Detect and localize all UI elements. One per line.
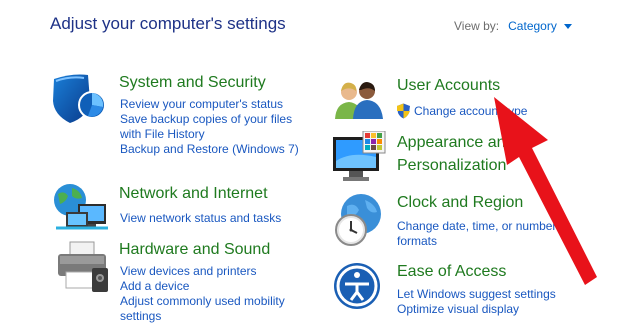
link-backup-restore[interactable]: Backup and Restore (Windows 7) <box>120 142 299 157</box>
link-windows-suggest[interactable]: Let Windows suggest settings <box>397 287 556 302</box>
category-title-appearance[interactable]: Appearance and <box>397 134 514 152</box>
link-review-status[interactable]: Review your computer's status <box>120 97 299 112</box>
link-devices-printers[interactable]: View devices and printers <box>120 264 285 279</box>
view-by-dropdown[interactable]: Category <box>508 19 572 33</box>
printer-icon[interactable] <box>52 240 112 294</box>
users-icon[interactable] <box>333 79 385 119</box>
view-by-label: View by: <box>454 19 500 33</box>
link-change-date-time[interactable]: Change date, time, or number <box>397 219 556 234</box>
chevron-down-icon <box>563 23 572 29</box>
category-title-hardware[interactable]: Hardware and Sound <box>119 241 270 259</box>
category-title-system-security[interactable]: System and Security <box>119 74 266 92</box>
clock-globe-icon[interactable] <box>333 192 385 248</box>
link-network-status[interactable]: View network status and tasks <box>120 211 281 226</box>
category-title-appearance-line2[interactable]: Personalization <box>397 157 506 175</box>
link-formats[interactable]: formats <box>397 234 556 249</box>
category-title-ease[interactable]: Ease of Access <box>397 263 506 281</box>
link-mobility-settings-cont[interactable]: settings <box>120 309 285 324</box>
view-by: View by: Category <box>454 19 572 33</box>
link-save-backup[interactable]: Save backup copies of your files <box>120 112 299 127</box>
page-title: Adjust your computer's settings <box>50 14 286 33</box>
uac-shield-icon <box>397 103 410 119</box>
link-change-account-type-label: Change account type <box>414 103 528 118</box>
view-by-value: Category <box>508 19 557 33</box>
link-file-history[interactable]: with File History <box>120 127 299 142</box>
link-change-account-type[interactable]: Change account type <box>396 103 527 119</box>
link-mobility-settings[interactable]: Adjust commonly used mobility <box>120 294 285 309</box>
category-title-user-accounts[interactable]: User Accounts <box>397 77 500 95</box>
link-optimize-visual[interactable]: Optimize visual display <box>397 302 556 317</box>
category-title-network[interactable]: Network and Internet <box>119 185 268 203</box>
globe-network-icon[interactable] <box>52 182 112 234</box>
accessibility-icon[interactable] <box>333 262 381 310</box>
link-add-device[interactable]: Add a device <box>120 279 285 294</box>
category-title-clock[interactable]: Clock and Region <box>397 194 523 212</box>
shield-icon[interactable] <box>50 71 108 125</box>
monitor-palette-icon[interactable] <box>331 131 387 185</box>
control-panel-page: Adjust your computer's settings View by:… <box>0 0 641 328</box>
